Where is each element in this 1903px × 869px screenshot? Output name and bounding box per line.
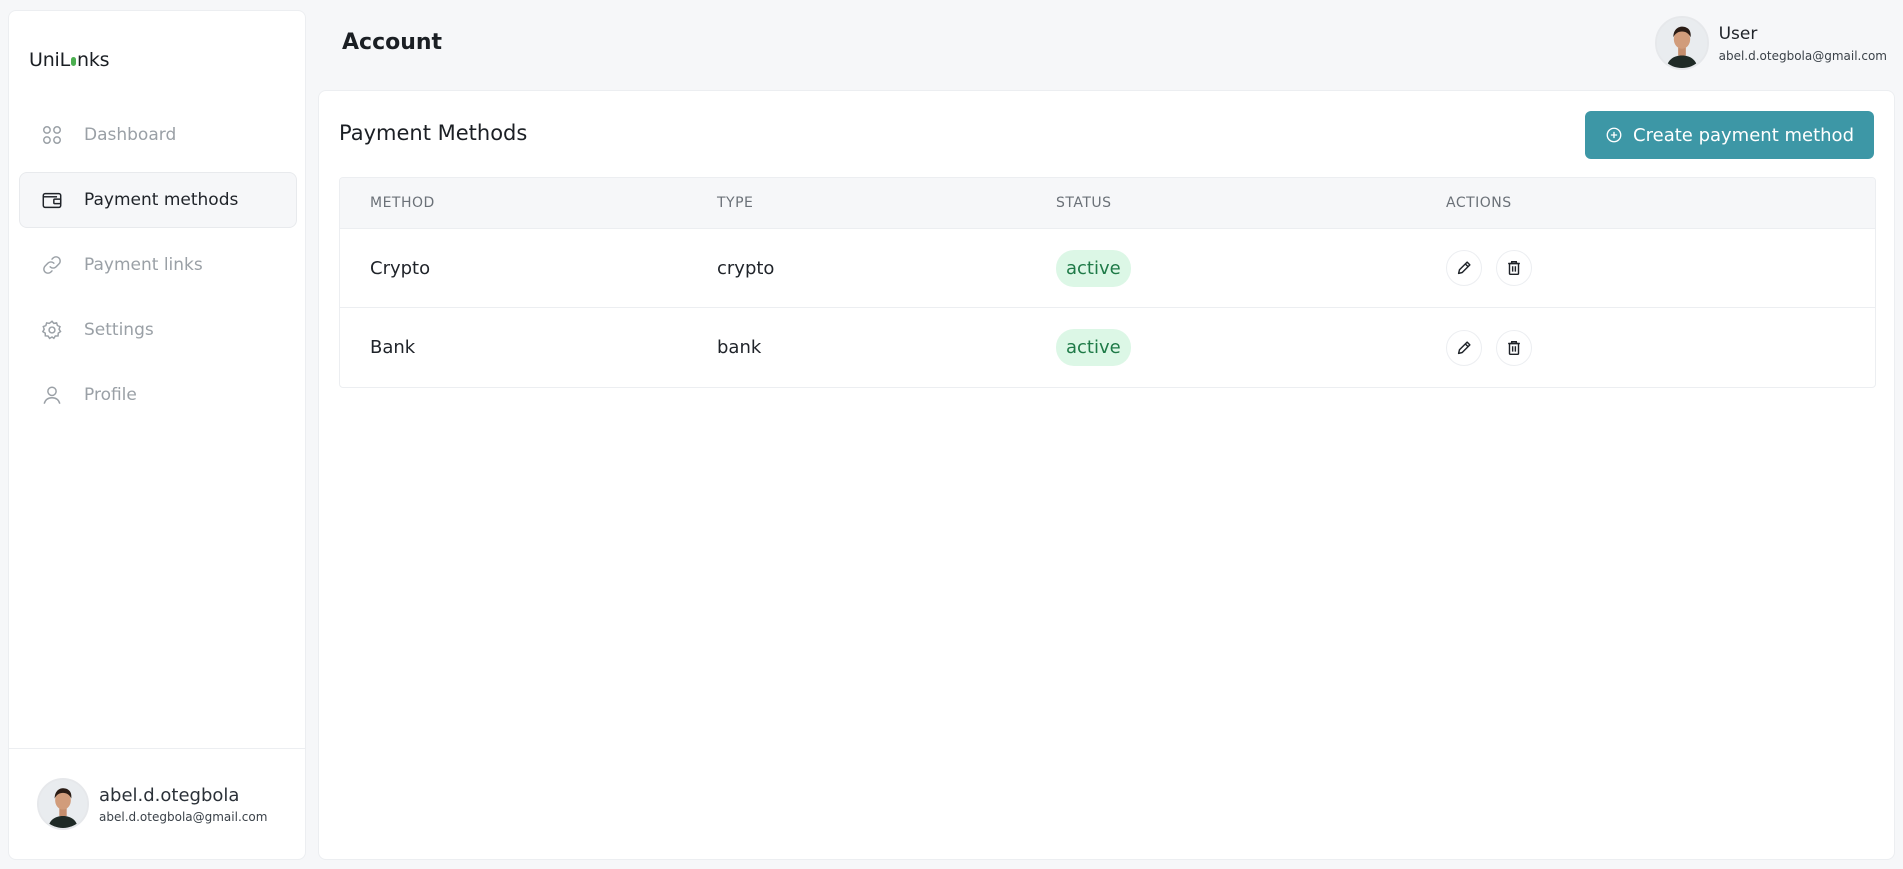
- method-cell: Bank: [370, 337, 416, 358]
- avatar: [1654, 16, 1709, 70]
- logo[interactable]: UniL nks: [29, 49, 110, 71]
- edit-button[interactable]: [1446, 250, 1482, 286]
- main-panel: Payment Methods Create payment method ME…: [318, 90, 1895, 860]
- sidebar-item-profile[interactable]: Profile: [19, 367, 297, 423]
- create-button-label: Create payment method: [1633, 124, 1854, 146]
- sidebar-item-dashboard[interactable]: Dashboard: [19, 107, 297, 163]
- grid-icon: [40, 123, 64, 147]
- table-row: Crypto crypto active: [340, 229, 1875, 308]
- header-user-menu[interactable]: User abel.d.otegbola@gmail.com: [1654, 16, 1887, 70]
- column-header-actions: ACTIONS: [1446, 195, 1512, 211]
- plus-circle-icon: [1605, 126, 1623, 144]
- sidebar-item-settings[interactable]: Settings: [19, 302, 297, 358]
- type-cell: crypto: [717, 257, 775, 279]
- wallet-icon: [40, 188, 64, 212]
- sidebar-item-label: Payment links: [84, 255, 203, 275]
- trash-icon: [1508, 340, 1520, 355]
- logo-text-left: UniL: [29, 49, 71, 71]
- link-icon: [40, 253, 64, 277]
- sidebar-user-card[interactable]: abel.d.otegbola abel.d.otegbola@gmail.co…: [9, 748, 305, 859]
- trash-icon: [1508, 260, 1520, 276]
- column-header-status: STATUS: [1056, 195, 1112, 211]
- user-icon: [40, 383, 64, 407]
- create-payment-method-button[interactable]: Create payment method: [1585, 111, 1874, 159]
- sidebar-item-label: Payment methods: [84, 190, 239, 210]
- pencil-icon: [1457, 261, 1471, 275]
- edit-button[interactable]: [1446, 329, 1482, 366]
- sidebar-user-name: abel.d.otegbola: [99, 784, 240, 806]
- status-badge: active: [1056, 249, 1131, 287]
- sidebar-item-label: Settings: [84, 320, 154, 340]
- sidebar-item-payment-links[interactable]: Payment links: [19, 237, 297, 293]
- delete-button[interactable]: [1496, 329, 1532, 366]
- table-header: METHOD TYPE STATUS ACTIONS: [340, 178, 1875, 229]
- sidebar: UniL nks Dashboard Payment methods Payme…: [8, 10, 306, 860]
- table-row: Bank bank active: [340, 308, 1875, 387]
- column-header-type: TYPE: [717, 195, 754, 211]
- section-title: Payment Methods: [339, 121, 528, 145]
- sidebar-item-label: Profile: [84, 385, 137, 405]
- column-header-method: METHOD: [370, 195, 435, 211]
- status-badge: active: [1056, 329, 1131, 366]
- sidebar-item-payment-methods[interactable]: Payment methods: [19, 172, 297, 228]
- delete-button[interactable]: [1496, 250, 1532, 286]
- pencil-icon: [1457, 340, 1471, 354]
- sidebar-item-label: Dashboard: [84, 125, 177, 145]
- header-user-email: abel.d.otegbola@gmail.com: [1718, 48, 1887, 63]
- gear-icon: [40, 318, 64, 342]
- sidebar-user-email: abel.d.otegbola@gmail.com: [99, 809, 268, 824]
- avatar: [37, 778, 89, 830]
- logo-text-right: nks: [77, 49, 110, 71]
- sidebar-nav: Dashboard Payment methods Payment links: [19, 107, 297, 432]
- type-cell: bank: [717, 337, 762, 358]
- method-cell: Crypto: [370, 257, 431, 279]
- payment-methods-table: METHOD TYPE STATUS ACTIONS Crypto crypto…: [339, 177, 1876, 388]
- logo-dot: [71, 57, 77, 66]
- header-user-role: User: [1718, 23, 1758, 44]
- page-title: Account: [342, 30, 443, 55]
